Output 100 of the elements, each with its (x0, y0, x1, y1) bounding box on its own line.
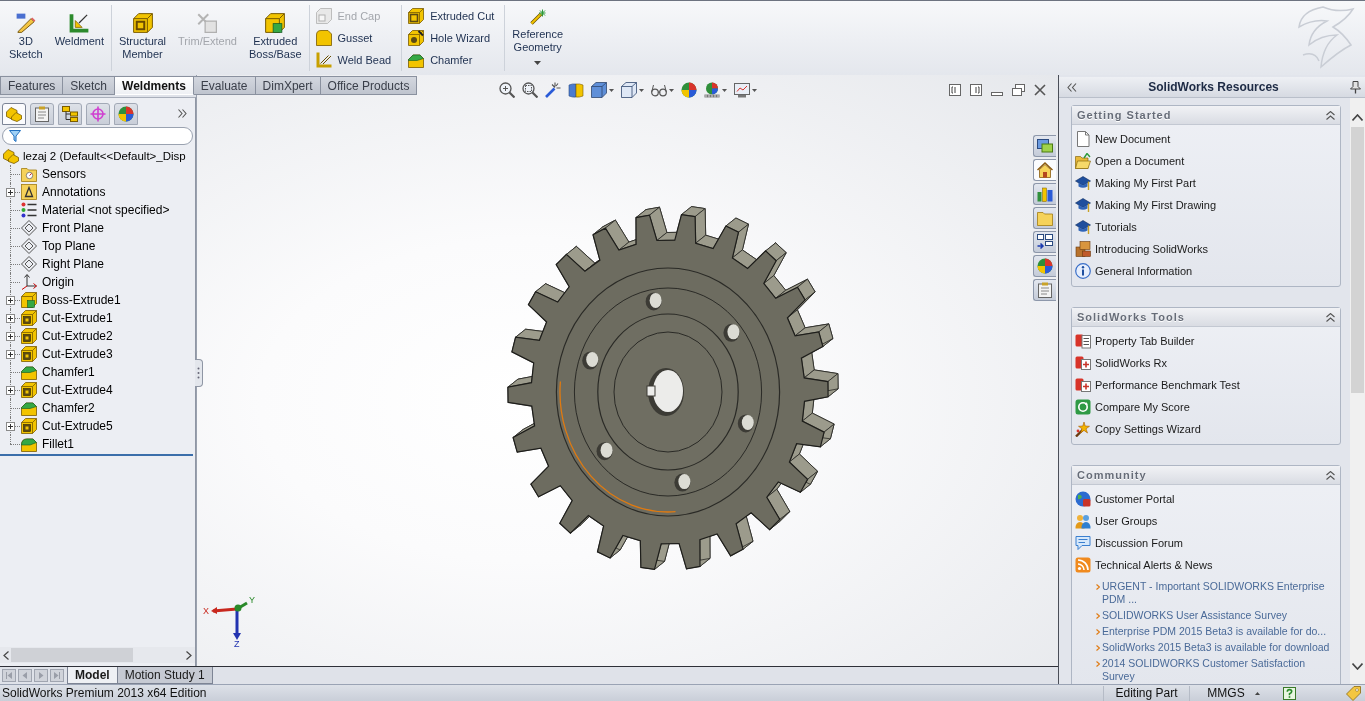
tree-item[interactable]: Fillet1 (42, 437, 74, 451)
resource-link[interactable]: Customer Portal (1095, 493, 1175, 505)
panel-tab[interactable] (58, 102, 82, 125)
task-pane-tab[interactable] (1033, 159, 1056, 181)
task-pane-tab[interactable] (1033, 135, 1056, 157)
command-tab[interactable]: Sketch (63, 76, 116, 95)
resource-link[interactable]: Making My First Drawing (1095, 199, 1217, 211)
command-tab[interactable]: Features (0, 76, 64, 95)
command-button[interactable]: 3D Sketch (3, 5, 49, 69)
scrollbar-thumb[interactable] (1351, 127, 1364, 393)
model-tab[interactable]: Model (67, 667, 118, 684)
tree-item[interactable]: Chamfer1 (42, 365, 95, 379)
tree-item[interactable]: Right Plane (42, 257, 105, 271)
command-button[interactable]: Weldment (48, 5, 110, 69)
resource-link[interactable]: Making My First Part (1095, 177, 1196, 189)
tag-icon[interactable] (1346, 685, 1361, 701)
command-button[interactable]: Chamfer (408, 49, 477, 71)
news-link[interactable]: SOLIDWORKS User Assistance Survey (1102, 609, 1287, 622)
command-tab[interactable]: DimXpert (255, 76, 321, 95)
tree-item[interactable]: lezaj 2 (Default<<Default>_Disp (23, 150, 186, 162)
view-tool-button[interactable] (702, 82, 728, 98)
resource-link[interactable]: Discussion Forum (1095, 537, 1184, 549)
double-chevron-up-icon[interactable] (1326, 470, 1335, 480)
task-pane-tab[interactable] (1033, 183, 1056, 205)
resource-link[interactable]: Copy Settings Wizard (1095, 423, 1201, 435)
units-button[interactable]: MMGS (1205, 686, 1262, 700)
scrollbar-thumb[interactable] (11, 648, 133, 662)
split-left-icon[interactable] (949, 84, 961, 96)
expand-icon[interactable] (6, 313, 15, 323)
tree-item[interactable]: Cut-Extrude4 (42, 383, 113, 397)
command-button[interactable]: Extruded Cut (408, 5, 499, 27)
scroll-down-icon[interactable] (1352, 663, 1363, 670)
view-tool-button[interactable] (543, 82, 562, 98)
resource-link[interactable]: Compare My Score (1095, 401, 1190, 413)
double-chevron-up-icon[interactable] (1326, 110, 1335, 120)
resource-link[interactable]: Introducing SolidWorks (1095, 243, 1208, 255)
news-link[interactable]: URGENT - Important SOLIDWORKS Enterprise PDM ... (1102, 580, 1336, 606)
scroll-right-icon[interactable] (186, 650, 192, 660)
view-tool-button[interactable] (679, 82, 698, 98)
task-pane-tab[interactable] (1033, 279, 1056, 301)
double-chevron-right-icon[interactable] (178, 109, 187, 118)
split-right-icon[interactable] (970, 84, 982, 96)
command-button[interactable]: Hole Wizard (408, 27, 495, 49)
resource-link[interactable]: User Groups (1095, 515, 1158, 527)
view-tool-button[interactable] (619, 82, 645, 98)
tree-item[interactable]: Boss-Extrude1 (42, 293, 121, 307)
tree-item[interactable]: Top Plane (42, 239, 96, 253)
resource-link[interactable]: General Information (1095, 265, 1193, 277)
expand-icon[interactable] (6, 385, 15, 395)
panel-tab[interactable] (30, 102, 54, 125)
command-button[interactable]: Extruded Boss/Base (242, 5, 308, 69)
task-pane-tab[interactable] (1033, 255, 1056, 277)
model-tab[interactable]: Motion Study 1 (117, 667, 213, 684)
command-tab[interactable]: Evaluate (193, 76, 256, 95)
view-tool-button[interactable] (520, 82, 539, 98)
expand-icon[interactable] (6, 187, 15, 197)
horizontal-scrollbar[interactable] (0, 647, 195, 663)
panel-tab[interactable] (114, 102, 138, 125)
pin-icon[interactable] (1350, 80, 1361, 94)
scroll-left-icon[interactable] (3, 650, 9, 660)
expand-icon[interactable] (6, 421, 15, 431)
splitter-handle[interactable] (195, 359, 203, 387)
resource-link[interactable]: SolidWorks Rx (1095, 357, 1167, 369)
expand-icon[interactable] (6, 295, 15, 305)
view-tool-button[interactable] (566, 82, 585, 98)
tree-item[interactable]: Cut-Extrude2 (42, 329, 113, 343)
command-button[interactable]: Weld Bead (315, 49, 396, 71)
command-tab[interactable]: Office Products (320, 76, 418, 95)
tree-item[interactable]: Front Plane (42, 221, 105, 235)
command-button[interactable]: Structural Member (112, 5, 173, 69)
resource-link[interactable]: Technical Alerts & News (1095, 559, 1213, 571)
task-pane-tab[interactable] (1033, 231, 1056, 253)
resource-link[interactable]: Open a Document (1095, 155, 1185, 167)
double-chevron-left-icon[interactable] (1067, 82, 1077, 92)
tree-item[interactable]: Cut-Extrude3 (42, 347, 113, 361)
view-tool-button[interactable] (732, 82, 758, 98)
news-link[interactable]: 2014 SOLIDWORKS Customer Satisfaction Survey (1102, 657, 1336, 683)
panel-tab[interactable] (86, 102, 110, 125)
help-icon[interactable] (1283, 686, 1296, 700)
expand-icon[interactable] (6, 349, 15, 359)
restore-icon[interactable] (1012, 84, 1025, 96)
vertical-scrollbar[interactable] (1350, 98, 1365, 684)
tree-item[interactable]: Cut-Extrude5 (42, 419, 113, 433)
resource-link[interactable]: New Document (1095, 133, 1171, 145)
tree-item[interactable]: Sensors (42, 167, 87, 181)
panel-tab[interactable] (2, 102, 26, 125)
tree-item[interactable]: Chamfer2 (42, 401, 95, 415)
command-button[interactable]: Reference Geometry (506, 5, 570, 69)
close-icon[interactable] (1034, 84, 1046, 96)
tree-item[interactable]: Material <not specified> (42, 203, 170, 217)
double-chevron-up-icon[interactable] (1326, 312, 1335, 322)
view-tool-button[interactable] (497, 82, 516, 98)
expand-icon[interactable] (6, 331, 15, 341)
tree-item[interactable]: Annotations (42, 185, 106, 199)
news-link[interactable]: SolidWorks 2015 Beta3 is available for download (1102, 641, 1330, 654)
view-tool-button[interactable] (649, 82, 675, 98)
resource-link[interactable]: Property Tab Builder (1095, 335, 1195, 347)
filter-field[interactable] (2, 127, 193, 145)
resource-link[interactable]: Tutorials (1095, 221, 1137, 233)
resource-link[interactable]: Performance Benchmark Test (1095, 379, 1240, 391)
